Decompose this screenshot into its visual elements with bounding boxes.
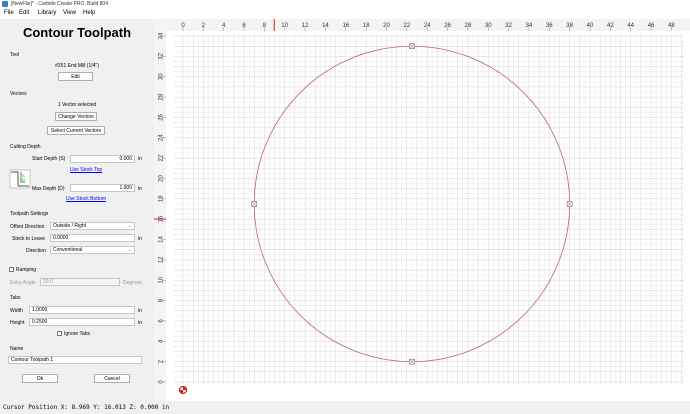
panel-title: Contour Toolpath: [22, 25, 132, 40]
ignore-tabs-label: Ignore Tabs: [64, 331, 91, 337]
x-ruler-label: 40: [587, 23, 594, 29]
tab-width-input[interactable]: 1.0000: [29, 306, 135, 314]
y-ruler-label: 18: [159, 195, 165, 202]
edit-tool-button[interactable]: Edit: [58, 72, 93, 81]
x-ruler-label: 48: [668, 23, 675, 29]
tab-width-label: Width: [10, 308, 23, 314]
y-ruler-label: 10: [159, 276, 165, 283]
offset-direction-select[interactable]: Outside / Right ⌄: [50, 222, 135, 230]
ignore-tabs-checkbox[interactable]: [57, 331, 62, 336]
menu-library[interactable]: Library: [38, 10, 56, 16]
direction-select[interactable]: Conventional ⌄: [50, 246, 135, 254]
x-ruler-label: 34: [526, 23, 533, 29]
x-ruler-label: 10: [281, 23, 288, 29]
depth-diagram-icon: S D: [9, 169, 31, 189]
tab-height-label: Height: [10, 320, 25, 326]
y-ruler-label: 12: [159, 256, 165, 263]
svg-text:D: D: [22, 177, 25, 182]
ramping-label: Ramping: [16, 267, 37, 273]
use-stock-bottom-link[interactable]: Use Stock Bottom: [66, 196, 106, 202]
x-ruler-label: 24: [424, 23, 431, 29]
x-ruler-label: 16: [342, 23, 349, 29]
window-title: [NewFile]* - Carbide Create PRO, Build 8…: [11, 1, 108, 7]
change-vectors-button[interactable]: Change Vectors: [55, 112, 97, 121]
stock-to-leave-unit: in: [138, 236, 142, 242]
vectors-heading: Vectors: [10, 91, 27, 97]
chevron-down-icon: ⌄: [127, 247, 132, 253]
x-ruler-label: 26: [444, 23, 451, 29]
menu-edit[interactable]: Edit: [19, 10, 29, 16]
menu-view[interactable]: View: [63, 10, 76, 16]
stock-to-leave-label: Stock to Leave: [12, 236, 46, 242]
x-ruler-label: 32: [505, 23, 512, 29]
tab-height-input[interactable]: 0.2500: [29, 318, 135, 326]
ramping-checkbox[interactable]: [9, 267, 14, 272]
entry-angle-unit: Degrees: [123, 280, 142, 286]
y-ruler-label: 26: [159, 113, 165, 120]
direction-value: Conventional: [53, 247, 83, 253]
menu-help[interactable]: Help: [83, 10, 95, 16]
y-ruler-label: 34: [159, 32, 165, 39]
y-ruler-label: 22: [159, 154, 165, 161]
x-ruler-label: 38: [566, 23, 573, 29]
select-current-vectors-button[interactable]: Select Current Vectors: [47, 126, 105, 135]
x-ruler-label: 22: [404, 23, 411, 29]
tab-height-unit: in: [138, 320, 142, 326]
max-depth-unit: in: [138, 186, 142, 192]
status-bar: Cursor Position X: 8.969 Y: 16.013 Z: 0.…: [0, 401, 690, 414]
max-depth-input[interactable]: 1.000: [70, 184, 135, 192]
x-ruler-label: 18: [363, 23, 370, 29]
x-ruler-label: 14: [322, 23, 329, 29]
design-canvas[interactable]: 0 2 4 6 8 10 12 14 16 18 20 22 24 26 28 30 32 34 36 38 40 42 4…: [154, 19, 690, 401]
cancel-button[interactable]: Cancel: [94, 374, 130, 383]
entry-angle-input[interactable]: 20.0: [40, 278, 120, 286]
x-ruler-label: 30: [485, 23, 492, 29]
y-ruler-label: 24: [159, 134, 165, 141]
x-ruler-label: 42: [607, 23, 614, 29]
direction-label: Direction: [26, 248, 46, 254]
x-ruler-label: 46: [648, 23, 655, 29]
tabs-heading: Tabs: [10, 295, 21, 301]
title-bar: [NewFile]* - Carbide Create PRO, Build 8…: [0, 0, 690, 9]
x-ruler-label: 12: [302, 23, 309, 29]
start-depth-unit: in: [138, 156, 142, 162]
tool-name: #251 End Mill (1/4"): [55, 63, 99, 69]
offset-direction-label: Offset Direction: [10, 224, 45, 230]
y-ruler-label: 20: [159, 175, 165, 182]
app-icon: [2, 1, 8, 7]
x-ruler-label: 36: [546, 23, 553, 29]
start-depth-input[interactable]: 0.000: [70, 155, 135, 163]
ok-button[interactable]: Ok: [22, 374, 58, 383]
max-depth-label: Max Depth (D): [32, 186, 65, 192]
use-stock-top-link[interactable]: Use Stock Top: [70, 167, 102, 173]
tab-width-unit: in: [138, 308, 142, 314]
name-heading: Name: [10, 346, 24, 352]
entry-angle-label: Entry Angle: [10, 280, 36, 286]
start-depth-label: Start Depth (S): [32, 156, 66, 162]
y-ruler-label: 30: [159, 73, 165, 80]
contour-toolpath-panel: Contour Toolpath Tool #251 End Mill (1/4…: [0, 19, 155, 401]
cursor-position-text: Cursor Position X: 8.969 Y: 16.013 Z: 0.…: [3, 404, 170, 411]
x-ruler-label: 44: [627, 23, 634, 29]
toolpath-settings-heading: Toolpath Settings: [10, 211, 49, 217]
x-ruler-label: 28: [465, 23, 472, 29]
y-ruler-label: 14: [159, 236, 165, 243]
menu-file[interactable]: File: [4, 10, 14, 16]
chevron-down-icon: ⌄: [127, 223, 132, 229]
tool-heading: Tool: [10, 52, 20, 58]
menu-bar: File Edit Library View Help: [0, 9, 690, 19]
cutting-depth-heading: Cutting Depth: [10, 144, 41, 150]
vectors-status: 1 Vector selected: [57, 102, 97, 108]
toolpath-name-input[interactable]: Contour Toolpath 1: [8, 356, 142, 364]
x-ruler-label: 20: [383, 23, 390, 29]
y-ruler-label: 28: [159, 93, 165, 100]
offset-direction-value: Outside / Right: [53, 223, 87, 229]
y-ruler-label: 32: [159, 52, 165, 59]
stock-to-leave-input[interactable]: 0.0000: [50, 234, 135, 242]
